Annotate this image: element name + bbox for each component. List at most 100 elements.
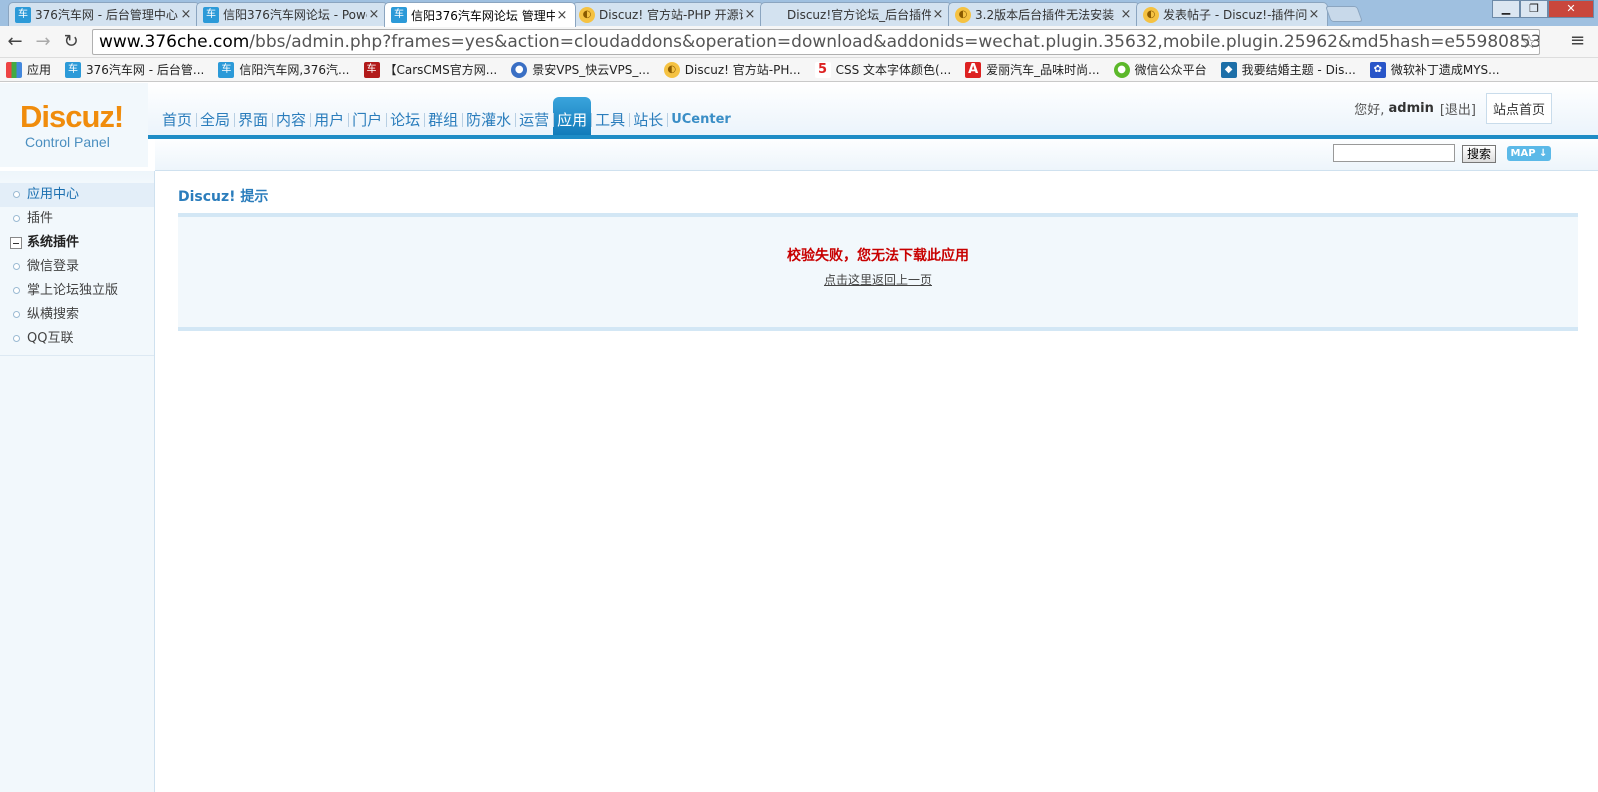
globe-icon: ● [511, 61, 528, 78]
reload-icon[interactable]: ↻ [60, 31, 82, 53]
nav-item-antispam[interactable]: 防灌水 [462, 97, 515, 137]
bookmark-item[interactable]: 车信阳汽车网,376汽... [218, 61, 350, 78]
car-favicon-icon: 车 [203, 6, 219, 23]
sidebar-top [0, 171, 154, 183]
sidebar-item-label: 掌上论坛独立版 [27, 283, 119, 298]
tab-title: Discuz!官方论坛_后台插件 [787, 8, 931, 22]
admin-header: Discuz! Control Panel 首页 全局 界面 内容 用户 门户 … [0, 83, 1598, 167]
bullet-icon [13, 191, 20, 198]
nav-item-tools[interactable]: 工具 [591, 97, 629, 137]
site-home-button[interactable]: 站点首页 [1485, 93, 1552, 124]
window-close-icon[interactable]: ✕ [1548, 0, 1594, 18]
bookmark-item[interactable]: ◐ Discuz! 官方站-PH... [663, 61, 801, 78]
discuz-logo[interactable]: Discuz! Control Panel [0, 83, 148, 167]
bullet-icon [13, 215, 20, 222]
bookmark-label: 信阳汽车网,376汽... [239, 63, 350, 77]
bookmark-item[interactable]: ✿ 微软补丁遗成MYS... [1369, 61, 1500, 78]
nav-item-home[interactable]: 首页 [158, 97, 196, 137]
browser-tab-active[interactable]: 车 信阳376汽车网论坛 管理中心 × [384, 2, 576, 27]
nav-item-forum[interactable]: 论坛 [386, 97, 424, 137]
bookmark-item[interactable]: 应用 [6, 61, 51, 78]
search-bar: 搜索 MAP ↓ [155, 139, 1598, 171]
tab-title: Discuz! 官方站-PHP 开源论坛 [599, 8, 743, 22]
discuz-favicon-icon: ◐ [579, 6, 595, 23]
browser-tab[interactable]: Discuz!官方论坛_后台插件 × [760, 2, 952, 26]
sidebar-item-mobile-forum[interactable]: 掌上论坛独立版 [0, 279, 154, 303]
shield-icon: ◆ [1220, 61, 1237, 78]
close-icon[interactable]: × [1119, 7, 1133, 22]
bookmark-star-icon[interactable]: ☆ [1521, 31, 1537, 54]
bookmark-label: 景安VPS_快云VPS_... [532, 63, 650, 77]
bookmark-item[interactable]: 5 CSS 文本字体颜色(... [814, 61, 952, 78]
bullet-icon [13, 335, 20, 342]
nav-item-content[interactable]: 内容 [272, 97, 310, 137]
browser-tab[interactable]: 车 376汽车网 - 后台管理中心 × [8, 2, 200, 26]
nav-item-ucenter[interactable]: UCenter [667, 97, 735, 137]
nav-item-interface[interactable]: 界面 [234, 97, 272, 137]
bookmark-label: CSS 文本字体颜色(... [835, 63, 952, 77]
close-icon[interactable]: × [555, 8, 569, 23]
sidebar-group-system-plugins[interactable]: 系统插件 [0, 231, 154, 255]
bookmark-item[interactable]: 车【CarsCMS官方网... [363, 61, 498, 78]
bookmark-item[interactable]: ◆ 我要结婚主题 - Dis... [1220, 61, 1356, 78]
bookmark-item[interactable]: ● 微信公众平台 [1113, 61, 1207, 78]
bookmarks-bar: 应用 车 376汽车网 - 后台管... 车信阳汽车网,376汽... 车【Car… [0, 58, 1598, 82]
nav-item-portal[interactable]: 门户 [348, 97, 386, 137]
bookmark-label: 微软补丁遗成MYS... [1390, 63, 1500, 77]
address-bar[interactable]: www.376che.com/bbs/admin.php?frames=yes&… [92, 29, 1540, 55]
bookmark-label: 我要结婚主题 - Dis... [1241, 63, 1356, 77]
nav-item-global[interactable]: 全局 [196, 97, 234, 137]
logo-main-text: Discuz! [20, 99, 124, 134]
browser-tabstrip: 车 376汽车网 - 后台管理中心 × 车 信阳376汽车网论坛 - Power… [0, 0, 1598, 27]
browser-toolbar: ← → ↻ www.376che.com/bbs/admin.php?frame… [0, 26, 1598, 58]
sidebar-item-plugins[interactable]: 插件 [0, 207, 154, 231]
collapse-minus-icon[interactable] [10, 237, 22, 249]
close-icon[interactable]: × [179, 7, 193, 22]
sidebar-item-app-center[interactable]: 应用中心 [0, 183, 154, 207]
forward-arrow-icon[interactable]: → [32, 31, 54, 53]
url-host: www.376che.com [99, 32, 250, 52]
hamburger-menu-icon[interactable]: ≡ [1570, 30, 1585, 51]
wechat-icon: ● [1113, 61, 1130, 78]
bullet-icon [13, 287, 20, 294]
back-link[interactable]: 点击这里返回上一页 [824, 271, 932, 288]
discuz-favicon-icon: ◐ [1143, 6, 1159, 23]
bookmark-label: 【CarsCMS官方网... [384, 63, 498, 77]
search-button[interactable]: 搜索 [1462, 145, 1496, 163]
browser-tab[interactable]: ◐ 3.2版本后台插件无法安装 × [948, 2, 1140, 26]
bookmark-item[interactable]: A 爱丽汽车_品味时尚... [965, 61, 1100, 78]
map-button[interactable]: MAP ↓ [1507, 146, 1551, 161]
bookmark-label: 微信公众平台 [1134, 63, 1207, 77]
restore-icon[interactable]: ❐ [1520, 0, 1548, 18]
close-icon[interactable]: × [743, 7, 757, 22]
new-tab-button[interactable] [1325, 6, 1363, 22]
search-input[interactable] [1333, 144, 1455, 162]
car-favicon-icon: 车 [391, 7, 407, 23]
sidebar-item-wechat-login[interactable]: 微信登录 [0, 255, 154, 279]
bookmark-item[interactable]: ● 景安VPS_快云VPS_... [511, 61, 650, 78]
nav-item-users[interactable]: 用户 [310, 97, 348, 137]
car-icon: 车 [218, 61, 235, 78]
browser-tab[interactable]: 车 信阳376汽车网论坛 - Powered by Discuz! × [196, 2, 388, 26]
close-icon[interactable]: × [931, 7, 945, 22]
nav-item-webmaster[interactable]: 站长 [629, 97, 667, 137]
page-title: Discuz! 提示 [178, 189, 269, 205]
logout-link[interactable]: [退出] [1440, 99, 1476, 118]
car-icon: 车 [65, 61, 82, 78]
back-arrow-icon[interactable]: ← [4, 31, 26, 53]
close-icon[interactable]: × [367, 7, 381, 22]
minimize-icon[interactable]: ▁ [1492, 0, 1520, 18]
close-icon[interactable]: × [1307, 7, 1321, 22]
nav-item-operations[interactable]: 运营 [515, 97, 553, 137]
browser-tab[interactable]: ◐ 发表帖子 - Discuz!-插件问题 × [1136, 2, 1328, 26]
sidebar-item-search[interactable]: 纵横搜索 [0, 303, 154, 327]
bullet-icon [13, 263, 20, 270]
nav-item-apps[interactable]: 应用 [553, 97, 592, 137]
main-content: Discuz! 提示 校验失败，您无法下载此应用 点击这里返回上一页 [178, 183, 1578, 331]
paw-icon: ✿ [1369, 61, 1386, 78]
car-red-icon: 车 [363, 61, 380, 78]
browser-tab[interactable]: ◐ Discuz! 官方站-PHP 开源论坛 × [572, 2, 764, 26]
nav-item-groups[interactable]: 群组 [424, 97, 462, 137]
sidebar-item-qq-connect[interactable]: QQ互联 [0, 327, 154, 351]
bookmark-item[interactable]: 车 376汽车网 - 后台管... [65, 61, 204, 78]
